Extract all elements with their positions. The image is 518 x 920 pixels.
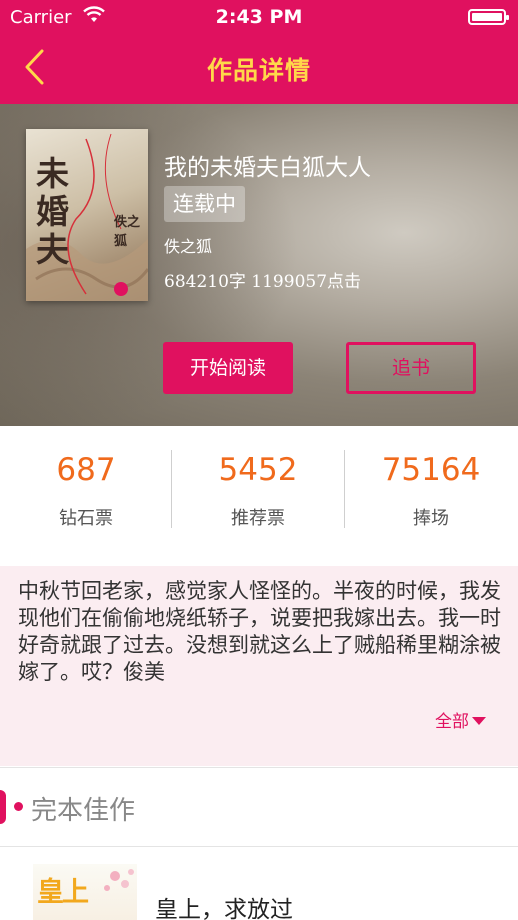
book-header: 未婚夫 佚之狐 我的未婚夫白狐大人 连载中 佚之狐 684210字 119905…	[0, 104, 518, 426]
intro-text: 中秋节回老家，感觉家人怪怪的。半夜的时候，我发现他们在偷偷地烧纸轿子，说要把我嫁…	[18, 579, 501, 684]
thumbnail-title-art: 皇上	[37, 877, 89, 908]
ticket-label: 钻石票	[59, 508, 113, 529]
follow-book-button[interactable]: 追书	[346, 342, 476, 394]
battery-icon	[468, 9, 509, 25]
ticket-count: 5452	[218, 452, 298, 488]
support-ticket[interactable]: 75164 捧场	[345, 426, 517, 530]
expand-label: 全部	[435, 712, 469, 732]
section-header: 完本佳作	[0, 767, 518, 847]
ticket-count: 687	[56, 452, 116, 488]
page-title: 作品详情	[206, 56, 311, 85]
recommend-ticket[interactable]: 5452 推荐票	[172, 426, 344, 530]
ticket-count: 75164	[381, 452, 481, 488]
book-cover[interactable]: 未婚夫 佚之狐	[26, 129, 148, 301]
cover-author-art: 佚之狐	[114, 215, 141, 249]
ticket-stats: 687 钻石票 5452 推荐票 75164 捧场	[0, 426, 518, 566]
book-item-title: 皇上，求放过	[155, 897, 293, 920]
book-author[interactable]: 佚之狐	[164, 233, 212, 257]
diamond-ticket[interactable]: 687 钻石票	[0, 426, 172, 530]
cover-title-art: 未婚夫	[36, 154, 69, 269]
clock: 2:43 PM	[215, 6, 303, 28]
section-title: 完本佳作	[31, 796, 136, 826]
ticket-label: 推荐票	[231, 508, 285, 529]
caret-down-icon	[472, 717, 486, 725]
book-title: 我的未婚夫白狐大人	[164, 155, 371, 181]
status-bar: Carrier 2:43 PM	[0, 0, 518, 34]
expand-intro-button[interactable]: 全部	[435, 707, 486, 732]
top-bar: Carrier 2:43 PM 作品详情	[0, 0, 518, 104]
section-dot-icon	[14, 802, 23, 811]
ticket-label: 捧场	[413, 508, 449, 529]
start-reading-button[interactable]: 开始阅读	[163, 342, 293, 394]
section-accent-bar	[0, 790, 6, 824]
book-stats: 684210字 1199057点击	[164, 272, 362, 292]
list-item[interactable]: 皇上 皇上，求放过	[0, 848, 518, 920]
book-thumbnail: 皇上	[33, 864, 137, 920]
book-intro: 中秋节回老家，感觉家人怪怪的。半夜的时候，我发现他们在偷偷地烧纸轿子，说要把我嫁…	[0, 566, 518, 766]
status-badge: 连载中	[164, 186, 245, 222]
